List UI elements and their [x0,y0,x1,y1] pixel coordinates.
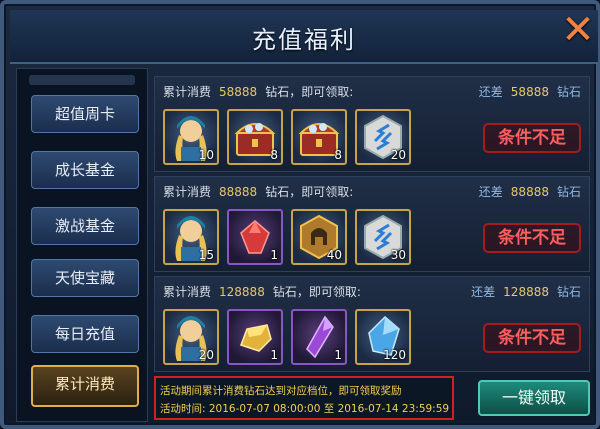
item-count: 10 [198,148,214,162]
sidebar-item-battle-fund[interactable]: 激战基金 [31,207,139,245]
item-count: 30 [390,248,406,262]
remain-prefix: 还差 [471,285,496,299]
item-count: 8 [334,148,342,162]
item-count: 20 [390,148,406,162]
remain-value: 128888 [503,285,549,299]
row-remaining: 还差 88888 钻石 [479,183,581,200]
cond-value: 58888 [219,85,258,99]
event-time: 活动时间: 2016-07-07 08:00:00 至 2016-07-14 2… [160,403,450,415]
item-count: 120 [383,348,406,362]
row-remaining: 还差 128888 钻石 [471,283,581,300]
cond-suffix: 钻石，即可领取: [272,285,361,299]
gold-ingot-icon[interactable]: 1 [227,309,283,365]
item-count: 1 [270,348,278,362]
item-count: 8 [270,148,278,162]
cond-value: 88888 [219,185,258,199]
cond-suffix: 钻石，即可领取: [265,185,354,199]
event-description: 活动期间累计消费钻石达到对应档位，即可领取奖励 [160,385,402,397]
blue-crystal-icon[interactable]: 120 [355,309,411,365]
reward-row: 累计消费 128888 钻石，即可领取: 还差 128888 钻石 20 1 1 120 [154,276,590,372]
remain-value: 88888 [510,185,549,199]
row-condition: 累计消费 128888 钻石，即可领取: [163,283,361,300]
sidebar: 超值周卡 成长基金 激战基金 天使宝藏 每日充值 累计消费 [16,68,148,422]
red-gem-icon[interactable]: 1 [227,209,283,265]
remain-prefix: 还差 [478,185,503,199]
remain-suffix: 钻石 [556,185,581,199]
cond-prefix: 累计消费 [163,285,212,299]
item-count: 20 [198,348,214,362]
cond-value: 128888 [219,285,265,299]
item-count: 15 [198,248,214,262]
helmet-medal-icon[interactable]: 40 [291,209,347,265]
row-remaining: 还差 58888 钻石 [479,83,581,100]
claim-all-button[interactable]: 一键领取 [478,380,590,416]
event-info-box: 活动期间累计消费钻石达到对应档位，即可领取奖励 活动时间: 2016-07-07… [154,376,454,420]
remain-value: 58888 [510,85,549,99]
angel-portrait-icon[interactable]: 10 [163,109,219,165]
reward-row: 累计消费 88888 钻石，即可领取: 还差 88888 钻石 15 1 40 30 条… [154,176,590,272]
sidebar-item-growth-fund[interactable]: 成长基金 [31,151,139,189]
sidebar-item-cumulative-spend[interactable]: 累计消费 [31,365,139,407]
sidebar-item-weekly-card[interactable]: 超值周卡 [31,95,139,133]
sidebar-scroll-top [29,75,135,85]
status-badge: 条件不足 [483,223,581,253]
remain-suffix: 钻石 [556,285,581,299]
cond-suffix: 钻石，即可领取: [265,85,354,99]
sidebar-item-daily-recharge[interactable]: 每日充值 [31,315,139,353]
remain-suffix: 钻石 [556,85,581,99]
item-count: 40 [326,248,342,262]
angel-portrait-icon[interactable]: 15 [163,209,219,265]
rune-stone-icon[interactable]: 30 [355,209,411,265]
reward-row: 累计消费 58888 钻石，即可领取: 还差 58888 钻石 10 8 8 20 条件… [154,76,590,172]
sidebar-item-angel-treasure[interactable]: 天使宝藏 [31,259,139,297]
treasure-chest-icon[interactable]: 8 [291,109,347,165]
item-count: 1 [334,348,342,362]
rune-stone-icon[interactable]: 20 [355,109,411,165]
reward-list: 累计消费 58888 钻石，即可领取: 还差 58888 钻石 10 8 8 20 条件… [154,74,590,374]
dialog-title: 充值福利 [252,26,356,54]
reward-dialog: 充值福利 ✕ 超值周卡 成长基金 激战基金 天使宝藏 每日充值 累计消费 累计消… [0,0,600,429]
status-badge: 条件不足 [483,123,581,153]
status-badge: 条件不足 [483,323,581,353]
remain-prefix: 还差 [478,85,503,99]
item-count: 1 [270,248,278,262]
purple-crystal-icon[interactable]: 1 [291,309,347,365]
angel-portrait-icon[interactable]: 20 [163,309,219,365]
row-condition: 累计消费 88888 钻石，即可领取: [163,183,353,200]
treasure-chest-icon[interactable]: 8 [227,109,283,165]
cond-prefix: 累计消费 [163,85,212,99]
close-icon[interactable]: ✕ [558,10,598,50]
row-condition: 累计消费 58888 钻石，即可领取: [163,83,353,100]
cond-prefix: 累计消费 [163,185,212,199]
title-bar: 充值福利 ✕ [10,10,598,64]
